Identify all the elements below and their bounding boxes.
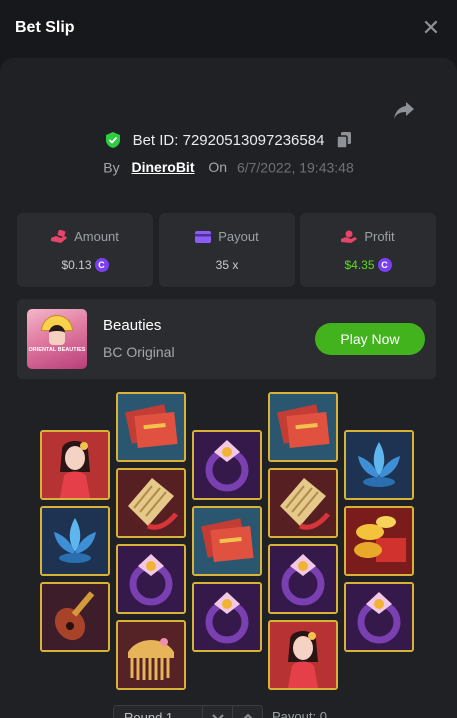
amount-value: $0.13 [61,258,92,272]
bet-id-row: Bet ID: 72920513097236584 [0,131,457,151]
bet-meta-row: By DineroBit On 6/7/2022, 19:43:48 [0,158,457,178]
by-label: By [103,159,120,176]
amount-card: Amount $0.13 [17,213,153,287]
payout-value: 35 x [215,258,239,272]
reel-symbol-fan [268,468,338,538]
page-title: Bet Slip [15,19,75,36]
thumbnail-text: ORIENTAL BEAUTIES [28,347,86,353]
play-now-button[interactable]: Play Now [315,323,425,355]
card-icon [195,231,212,243]
share-icon[interactable] [393,101,415,121]
reel-symbol-book [192,506,262,576]
reel-symbol-book [116,392,186,462]
reel-symbol-beauty [268,620,338,690]
close-icon[interactable]: ✕ [421,17,441,39]
verified-shield-icon [106,132,121,149]
coin-icon [94,258,109,272]
reel-symbol-book [268,392,338,462]
reel-symbol-ring [116,544,186,614]
reel-symbol-beauty [40,430,110,500]
copy-icon[interactable] [336,132,351,149]
profit-label: Profit [364,229,395,244]
bet-date: 6/7/2022, 19:43:48 [236,159,354,176]
on-label: On [208,159,228,176]
user-link[interactable]: DineroBit [131,159,194,175]
amount-label: Amount [74,229,119,244]
reel-symbol-pipa [40,582,110,652]
profit-card: Profit $4.35 [300,213,436,287]
reel-symbol-ring [192,430,262,500]
bet-id: Bet ID: 72920513097236584 [132,131,325,149]
money-hand-icon [51,229,68,243]
game-card: ORIENTAL BEAUTIES Beauties BC Original P… [17,299,436,379]
profit-value: $4.35 [344,258,375,272]
coin-icon [377,258,392,272]
chevron-down-icon[interactable] [202,706,232,718]
reel-symbol-lotus [40,506,110,576]
reel-symbol-ring [268,544,338,614]
reel-symbol-gold [344,506,414,576]
game-name: Beauties [103,317,162,334]
payout-label: Payout [218,229,259,244]
game-subtitle: BC Original [103,344,175,360]
round-label: Round 1 [124,710,174,718]
round-payout: Payout: 0 [272,709,327,718]
payout-card: Payout 35 x [159,213,295,287]
game-thumbnail[interactable]: ORIENTAL BEAUTIES [27,309,87,369]
round-selector[interactable]: Round 1 [113,705,263,718]
reel-symbol-lotus [344,430,414,500]
header-bar: Bet Slip ✕ [0,0,457,58]
reel-symbol-ring [192,582,262,652]
reel-symbol-comb [116,620,186,690]
reel-symbol-ring [344,582,414,652]
reel-symbol-fan [116,468,186,538]
chevron-up-icon[interactable] [232,706,262,718]
profit-hand-icon [341,230,358,243]
